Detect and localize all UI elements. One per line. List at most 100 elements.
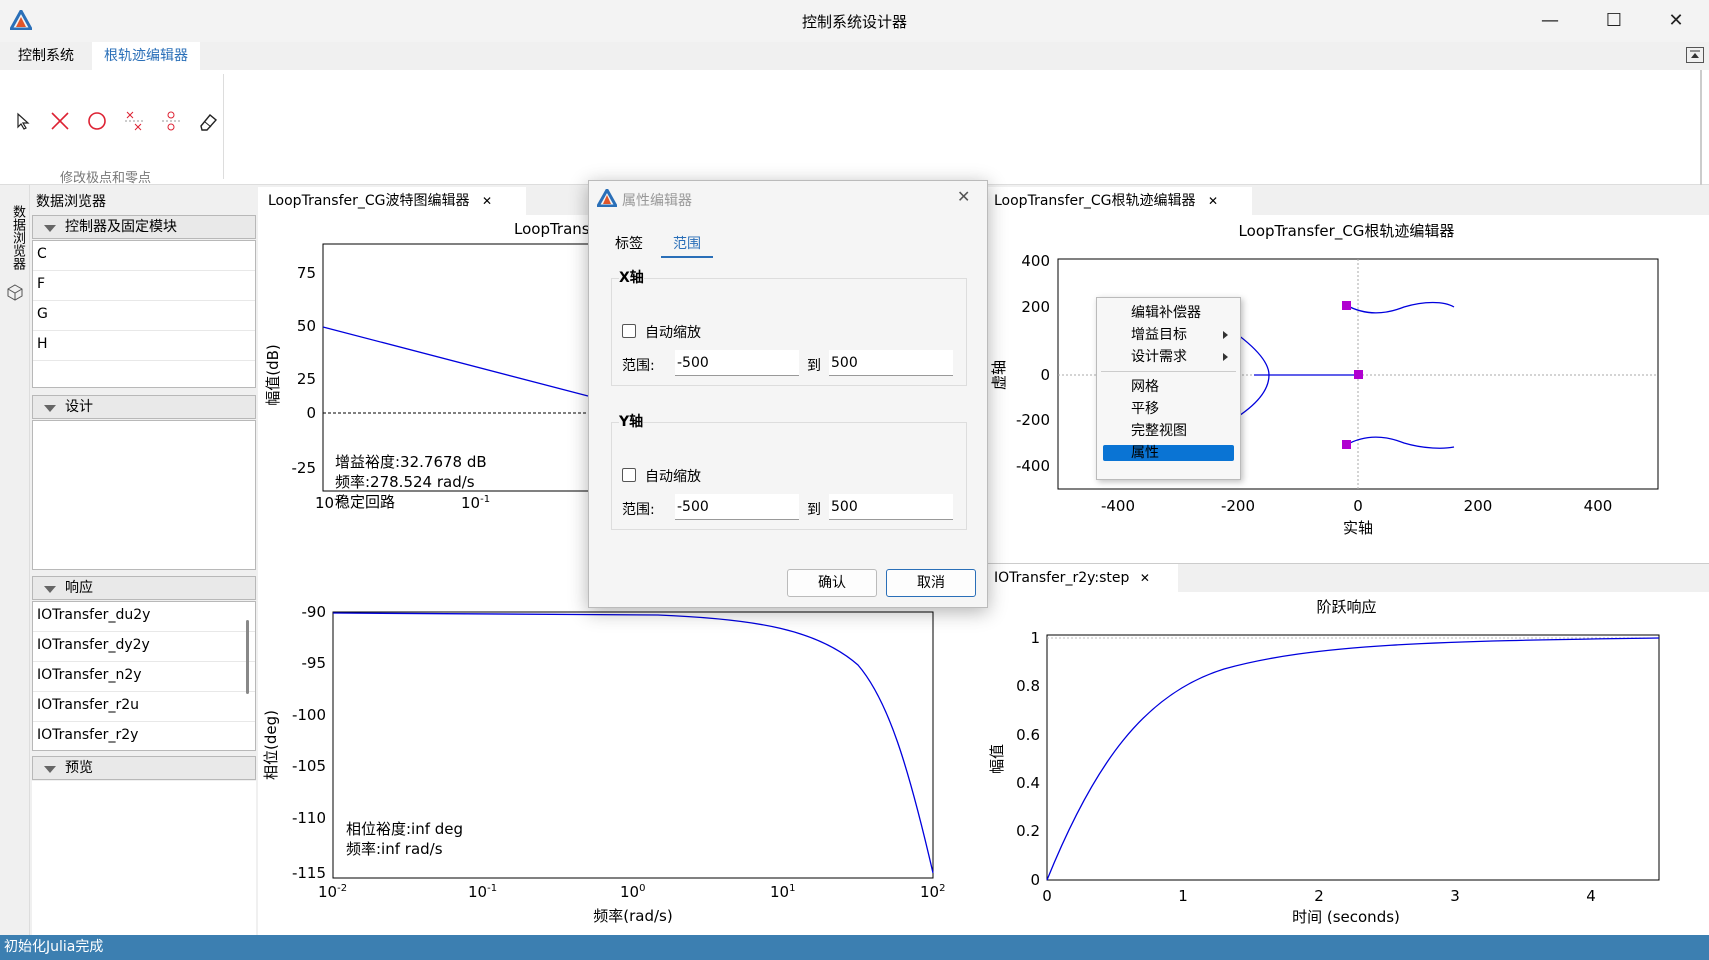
close-tab-icon[interactable]: ✕ [1208,194,1218,208]
pointer-icon[interactable] [10,108,36,134]
list-item[interactable]: H [33,331,255,361]
ribbon-scrollbar[interactable] [1700,70,1702,185]
x-tick: 1 [1178,887,1188,905]
plot-frame [1046,634,1660,881]
menu-item-edit-compensator[interactable]: 编辑补偿器 [1097,302,1240,324]
list-scrollbar[interactable] [246,620,249,694]
x-tick: 100 [620,883,645,901]
tab-labels[interactable]: 标签 [615,233,643,253]
data-browser-panel: 数据浏览器 控制器及固定模块 C F G H 设计 响应 IOTransfer_… [30,185,258,935]
root-locus-plot: 400 200 0 -200 -400 -400 -200 0 200 400 … [990,252,1659,537]
ribbon-divider [223,74,224,179]
eraser-icon[interactable] [195,108,221,134]
cube-icon [6,283,24,305]
add-zero-icon[interactable] [84,108,110,134]
y-tick: -200 [1016,411,1050,429]
bode-phase-plot: -90 -95 -100 -105 -110 -115 10-2 10-1 10… [262,605,945,925]
menu-item-gain-target[interactable]: 增益目标 [1097,324,1240,346]
y-to-label: 到 [807,502,821,518]
list-item[interactable]: IOTransfer_dy2y [33,632,255,662]
x-max-input[interactable]: 500 [829,350,953,376]
x-axis-label: 实轴 [1343,519,1373,537]
ribbon: 修改极点和零点 [0,70,1709,186]
section-preview[interactable]: 预览 [32,756,256,780]
design-list [32,420,256,570]
x-axis-group-title: X轴 [619,267,644,287]
close-tab-icon[interactable]: ✕ [482,194,492,208]
section-response[interactable]: 响应 [32,576,256,600]
list-item[interactable]: IOTransfer_du2y [33,602,255,632]
x-autoscale-checkbox[interactable] [622,324,636,338]
x-min-input[interactable]: -500 [675,350,799,376]
x-tick: 4 [1586,887,1596,905]
x-range-label: 范围: [622,358,655,374]
x-tick: -200 [1221,497,1255,515]
y-tick: 0 [1030,871,1040,889]
close-tab-icon[interactable]: ✕ [1140,571,1150,585]
sidebar-tab-data-browser[interactable]: 数据浏览器 [8,205,27,270]
minimize-button[interactable]: — [1530,8,1570,34]
dialog-close-icon[interactable]: ✕ [957,187,970,206]
menu-item-design-requirements[interactable]: 设计需求 [1097,346,1240,368]
collapse-icon [44,405,56,412]
list-item[interactable]: IOTransfer_r2y [33,722,255,750]
list-item[interactable]: C [33,241,255,271]
add-complex-zero-icon[interactable] [158,108,184,134]
y-tick: 1 [1030,629,1040,647]
app-logo-icon [597,189,617,207]
y-tick: -110 [292,809,326,827]
menu-item-properties[interactable]: 属性 [1103,445,1234,461]
y-ticks: 1 0.8 0.6 0.4 0.2 0 [1016,629,1040,889]
tab-bode-editor[interactable]: LoopTransfer_CG波特图编辑器 ✕ [258,187,526,215]
add-complex-pole-icon[interactable] [121,108,147,134]
maximize-button[interactable]: ☐ [1594,8,1634,34]
section-label: 预览 [65,760,93,776]
x-tick: 101 [770,883,795,901]
section-controllers[interactable]: 控制器及固定模块 [32,215,256,239]
list-item[interactable]: F [33,271,255,301]
menu-item-grid[interactable]: 网格 [1097,376,1240,398]
y-tick: -400 [1016,457,1050,475]
y-axis-label: 虚轴 [990,360,1008,390]
y-max-input[interactable]: 500 [829,494,953,520]
y-tick: 400 [1021,252,1050,270]
tab-root-locus-editor[interactable]: 根轨迹编辑器 [92,42,200,70]
dialog-title: 属性编辑器 [622,193,692,209]
x-to-label: 到 [807,358,821,374]
controllers-list: C F G H [32,240,256,388]
y-autoscale-checkbox[interactable] [622,468,636,482]
list-item[interactable]: IOTransfer_n2y [33,662,255,692]
list-item[interactable]: G [33,301,255,331]
x-tick: 0 [1042,887,1052,905]
plot-frame [332,611,934,879]
menu-item-full-view[interactable]: 完整视图 [1097,420,1240,442]
y-tick: -95 [302,654,327,672]
x-tick: 10-1 [461,494,490,512]
cancel-button[interactable]: 取消 [886,569,976,597]
y-tick: 0.8 [1016,677,1040,695]
add-pole-icon[interactable] [47,108,73,134]
properties-dialog: 属性编辑器 ✕ 标签 范围 X轴 自动缩放 范围: -500 到 500 Y轴 … [588,180,988,608]
x-ticks: 0 1 2 3 4 [1042,887,1596,905]
y-min-input[interactable]: -500 [675,494,799,520]
list-item[interactable]: IOTransfer_r2u [33,692,255,722]
context-menu: 编辑补偿器 增益目标 设计需求 网格 平移 完整视图 属性 [1096,297,1241,480]
tab-root-locus[interactable]: LoopTransfer_CG根轨迹编辑器 ✕ [984,187,1252,215]
submenu-arrow-icon [1223,353,1228,361]
tab-step[interactable]: IOTransfer_r2y:step ✕ [984,564,1178,592]
x-tick: 10-2 [318,883,347,901]
x-autoscale-label: 自动缩放 [645,325,701,341]
x-tick: 200 [1464,497,1493,515]
submenu-arrow-icon [1223,331,1228,339]
tab-range[interactable]: 范围 [661,233,713,258]
ok-button[interactable]: 确认 [787,569,877,597]
tab-control-system[interactable]: 控制系统 [6,42,86,70]
section-design[interactable]: 设计 [32,395,256,419]
x-axis-label: 频率(rad/s) [593,907,672,925]
y-axis-label: 幅值(dB) [264,344,282,406]
close-button[interactable]: ✕ [1656,8,1696,34]
collapse-ribbon-icon[interactable] [1686,47,1704,63]
menu-item-pan[interactable]: 平移 [1097,398,1240,420]
root-locus-pane: LoopTransfer_CG根轨迹编辑器 ✕ LoopTransfer_CG根… [984,185,1709,563]
title-bar: 控制系统设计器 — ☐ ✕ [0,0,1709,42]
